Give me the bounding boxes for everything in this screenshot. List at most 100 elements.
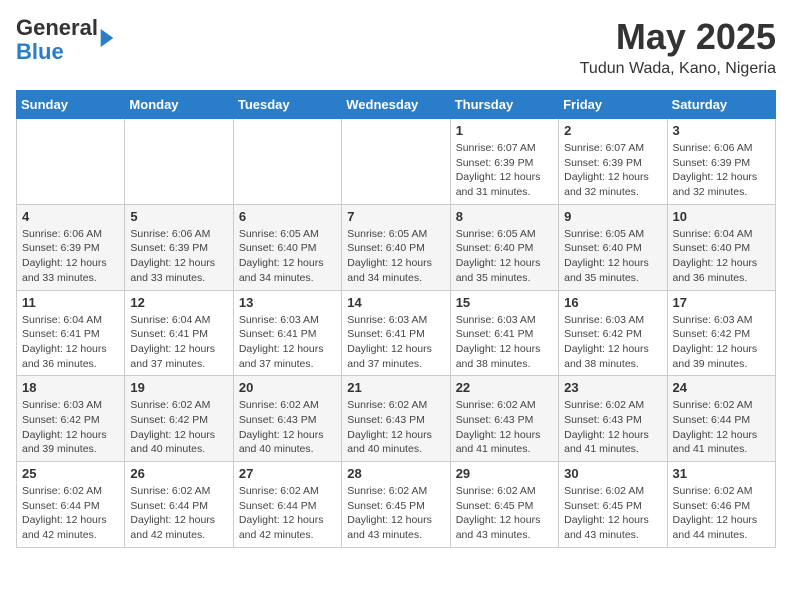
day-cell	[233, 119, 341, 205]
day-cell	[125, 119, 233, 205]
day-cell: 7 Sunrise: 6:05 AM Sunset: 6:40 PM Daylig…	[342, 204, 450, 290]
day-number: 20	[239, 380, 336, 395]
day-info: Sunrise: 6:03 AM Sunset: 6:41 PM Dayligh…	[347, 313, 444, 372]
day-info: Sunrise: 6:02 AM Sunset: 6:43 PM Dayligh…	[239, 398, 336, 457]
header-monday: Monday	[125, 91, 233, 119]
day-number: 11	[22, 295, 119, 310]
day-cell: 30 Sunrise: 6:02 AM Sunset: 6:45 PM Dayli…	[559, 462, 667, 548]
header-sunday: Sunday	[17, 91, 125, 119]
day-number: 3	[673, 123, 770, 138]
day-info: Sunrise: 6:06 AM Sunset: 6:39 PM Dayligh…	[22, 227, 119, 286]
day-info: Sunrise: 6:03 AM Sunset: 6:42 PM Dayligh…	[564, 313, 661, 372]
day-cell: 14 Sunrise: 6:03 AM Sunset: 6:41 PM Dayli…	[342, 290, 450, 376]
day-number: 26	[130, 466, 227, 481]
day-cell: 27 Sunrise: 6:02 AM Sunset: 6:44 PM Dayli…	[233, 462, 341, 548]
week-row-4: 25 Sunrise: 6:02 AM Sunset: 6:44 PM Dayli…	[17, 462, 776, 548]
day-info: Sunrise: 6:02 AM Sunset: 6:42 PM Dayligh…	[130, 398, 227, 457]
day-number: 19	[130, 380, 227, 395]
day-info: Sunrise: 6:07 AM Sunset: 6:39 PM Dayligh…	[456, 141, 553, 200]
day-number: 29	[456, 466, 553, 481]
day-cell: 12 Sunrise: 6:04 AM Sunset: 6:41 PM Dayli…	[125, 290, 233, 376]
day-cell: 25Sunrise: 6:02 AM Sunset: 6:44 PM Dayli…	[17, 462, 125, 548]
day-number: 22	[456, 380, 553, 395]
day-number: 18	[22, 380, 119, 395]
day-number: 16	[564, 295, 661, 310]
day-number: 14	[347, 295, 444, 310]
day-number: 25	[22, 466, 119, 481]
day-cell: 15Sunrise: 6:03 AM Sunset: 6:41 PM Dayli…	[450, 290, 558, 376]
day-cell: 9 Sunrise: 6:05 AM Sunset: 6:40 PM Daylig…	[559, 204, 667, 290]
day-cell: 17 Sunrise: 6:03 AM Sunset: 6:42 PM Dayli…	[667, 290, 775, 376]
week-row-3: 18 Sunrise: 6:03 AM Sunset: 6:42 PM Dayli…	[17, 376, 776, 462]
day-number: 17	[673, 295, 770, 310]
day-cell: 10 Sunrise: 6:04 AM Sunset: 6:40 PM Dayli…	[667, 204, 775, 290]
header-row: SundayMondayTuesdayWednesdayThursdayFrid…	[17, 91, 776, 119]
day-info: Sunrise: 6:03 AM Sunset: 6:41 PM Dayligh…	[456, 313, 553, 372]
day-number: 23	[564, 380, 661, 395]
header-friday: Friday	[559, 91, 667, 119]
day-info: Sunrise: 6:06 AM Sunset: 6:39 PM Dayligh…	[673, 141, 770, 200]
week-row-1: 4 Sunrise: 6:06 AM Sunset: 6:39 PM Daylig…	[17, 204, 776, 290]
day-cell: 13 Sunrise: 6:03 AM Sunset: 6:41 PM Dayli…	[233, 290, 341, 376]
day-number: 31	[673, 466, 770, 481]
day-number: 9	[564, 209, 661, 224]
title-block: May 2025 Tudun Wada, Kano, Nigeria	[580, 16, 776, 78]
day-info: Sunrise: 6:04 AM Sunset: 6:41 PM Dayligh…	[22, 313, 119, 372]
calendar-table: SundayMondayTuesdayWednesdayThursdayFrid…	[16, 90, 776, 548]
day-number: 10	[673, 209, 770, 224]
day-info: Sunrise: 6:02 AM Sunset: 6:43 PM Dayligh…	[456, 398, 553, 457]
header-thursday: Thursday	[450, 91, 558, 119]
day-info: Sunrise: 6:02 AM Sunset: 6:45 PM Dayligh…	[347, 484, 444, 543]
day-cell: 23 Sunrise: 6:02 AM Sunset: 6:43 PM Dayli…	[559, 376, 667, 462]
day-cell: 31 Sunrise: 6:02 AM Sunset: 6:46 PM Dayli…	[667, 462, 775, 548]
day-cell: 3 Sunrise: 6:06 AM Sunset: 6:39 PM Daylig…	[667, 119, 775, 205]
day-number: 27	[239, 466, 336, 481]
day-cell: 20 Sunrise: 6:02 AM Sunset: 6:43 PM Dayli…	[233, 376, 341, 462]
day-cell: 8Sunrise: 6:05 AM Sunset: 6:40 PM Daylig…	[450, 204, 558, 290]
day-cell: 28 Sunrise: 6:02 AM Sunset: 6:45 PM Dayli…	[342, 462, 450, 548]
day-info: Sunrise: 6:05 AM Sunset: 6:40 PM Dayligh…	[347, 227, 444, 286]
day-cell: 22 Sunrise: 6:02 AM Sunset: 6:43 PM Dayli…	[450, 376, 558, 462]
day-number: 28	[347, 466, 444, 481]
day-info: Sunrise: 6:02 AM Sunset: 6:46 PM Dayligh…	[673, 484, 770, 543]
day-cell: 5Sunrise: 6:06 AM Sunset: 6:39 PM Daylig…	[125, 204, 233, 290]
day-number: 24	[673, 380, 770, 395]
day-info: Sunrise: 6:02 AM Sunset: 6:44 PM Dayligh…	[673, 398, 770, 457]
day-info: Sunrise: 6:06 AM Sunset: 6:39 PM Dayligh…	[130, 227, 227, 286]
day-info: Sunrise: 6:02 AM Sunset: 6:45 PM Dayligh…	[456, 484, 553, 543]
day-cell: 6Sunrise: 6:05 AM Sunset: 6:40 PM Daylig…	[233, 204, 341, 290]
day-number: 7	[347, 209, 444, 224]
day-info: Sunrise: 6:05 AM Sunset: 6:40 PM Dayligh…	[456, 227, 553, 286]
logo-icon	[100, 29, 114, 47]
location-title: Tudun Wada, Kano, Nigeria	[580, 60, 776, 78]
day-info: Sunrise: 6:02 AM Sunset: 6:45 PM Dayligh…	[564, 484, 661, 543]
day-info: Sunrise: 6:02 AM Sunset: 6:43 PM Dayligh…	[347, 398, 444, 457]
logo-blue: Blue	[16, 39, 64, 64]
day-cell: 26 Sunrise: 6:02 AM Sunset: 6:44 PM Dayli…	[125, 462, 233, 548]
day-info: Sunrise: 6:03 AM Sunset: 6:42 PM Dayligh…	[673, 313, 770, 372]
day-number: 12	[130, 295, 227, 310]
day-info: Sunrise: 6:03 AM Sunset: 6:41 PM Dayligh…	[239, 313, 336, 372]
day-info: Sunrise: 6:02 AM Sunset: 6:44 PM Dayligh…	[130, 484, 227, 543]
day-cell: 1Sunrise: 6:07 AM Sunset: 6:39 PM Daylig…	[450, 119, 558, 205]
header-wednesday: Wednesday	[342, 91, 450, 119]
day-info: Sunrise: 6:02 AM Sunset: 6:44 PM Dayligh…	[239, 484, 336, 543]
day-cell	[342, 119, 450, 205]
page-header: General Blue May 2025 Tudun Wada, Kano, …	[16, 16, 776, 78]
day-number: 4	[22, 209, 119, 224]
day-info: Sunrise: 6:03 AM Sunset: 6:42 PM Dayligh…	[22, 398, 119, 457]
day-cell: 18 Sunrise: 6:03 AM Sunset: 6:42 PM Dayli…	[17, 376, 125, 462]
day-number: 13	[239, 295, 336, 310]
day-info: Sunrise: 6:05 AM Sunset: 6:40 PM Dayligh…	[564, 227, 661, 286]
day-number: 30	[564, 466, 661, 481]
day-number: 21	[347, 380, 444, 395]
header-tuesday: Tuesday	[233, 91, 341, 119]
day-cell: 29 Sunrise: 6:02 AM Sunset: 6:45 PM Dayli…	[450, 462, 558, 548]
day-info: Sunrise: 6:04 AM Sunset: 6:41 PM Dayligh…	[130, 313, 227, 372]
day-info: Sunrise: 6:04 AM Sunset: 6:40 PM Dayligh…	[673, 227, 770, 286]
week-row-2: 11 Sunrise: 6:04 AM Sunset: 6:41 PM Dayli…	[17, 290, 776, 376]
day-cell: 24 Sunrise: 6:02 AM Sunset: 6:44 PM Dayli…	[667, 376, 775, 462]
day-number: 6	[239, 209, 336, 224]
day-info: Sunrise: 6:02 AM Sunset: 6:43 PM Dayligh…	[564, 398, 661, 457]
logo: General Blue	[16, 16, 114, 64]
